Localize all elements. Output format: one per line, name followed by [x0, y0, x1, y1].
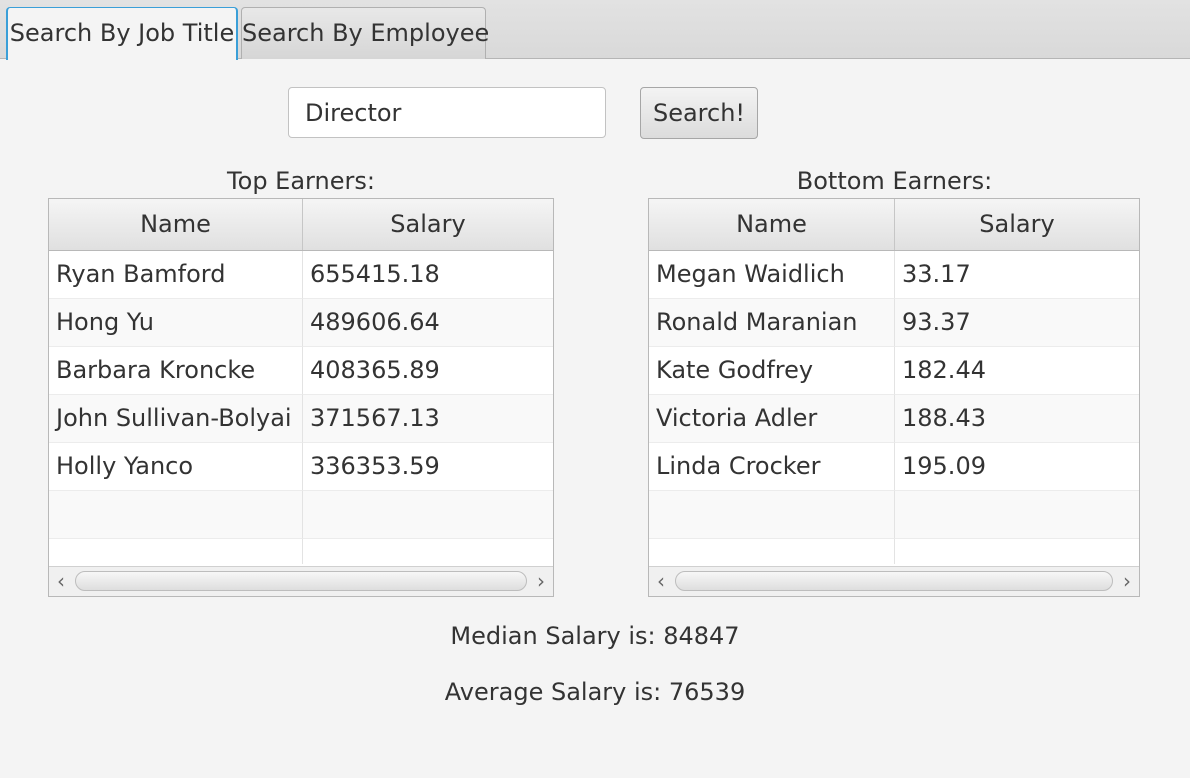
cell-salary: 655415.18 — [303, 251, 553, 299]
cell-name: Ryan Bamford — [49, 251, 303, 299]
cell-salary: 93.37 — [895, 299, 1139, 347]
cell-salary — [895, 539, 1139, 564]
average-salary-text: Average Salary is: 76539 — [444, 678, 746, 706]
cell-salary: 195.09 — [895, 443, 1139, 491]
cell-name: Ronald Maranian — [649, 299, 895, 347]
job-title-search-input[interactable] — [288, 87, 606, 138]
horizontal-scrollbar[interactable]: ‹ › — [649, 566, 1139, 596]
table-row[interactable]: Holly Yanco 336353.59 — [49, 443, 553, 491]
table-row[interactable]: Victoria Adler 188.43 — [649, 395, 1139, 443]
table-row[interactable]: Linda Crocker 195.09 — [649, 443, 1139, 491]
scrollbar-thumb[interactable] — [675, 571, 1113, 591]
cell-name — [49, 539, 303, 564]
table-body: Megan Waidlich 33.17 Ronald Maranian 93.37 K… — [649, 251, 1139, 564]
table-row[interactable]: Ronald Maranian 93.37 — [649, 299, 1139, 347]
column-header-name[interactable]: Name — [49, 199, 303, 250]
median-salary-text: Median Salary is: 84847 — [450, 622, 740, 650]
table-header: Name Salary — [49, 199, 553, 251]
top-earners-label: Top Earners: — [227, 167, 375, 195]
cell-salary: 408365.89 — [303, 347, 553, 395]
column-header-name[interactable]: Name — [649, 199, 895, 250]
tab-bar: Search By Job Title Search By Employee — [0, 0, 1190, 60]
cell-salary: 489606.64 — [303, 299, 553, 347]
cell-name: Hong Yu — [49, 299, 303, 347]
column-header-salary[interactable]: Salary — [303, 199, 553, 250]
top-earners-table[interactable]: Name Salary Ryan Bamford 655415.18 Hong Yu… — [48, 198, 554, 597]
cell-salary: 336353.59 — [303, 443, 553, 491]
scrollbar-thumb[interactable] — [75, 571, 527, 591]
search-button[interactable]: Search! — [640, 87, 758, 139]
cell-name: Barbara Kroncke — [49, 347, 303, 395]
table-body: Ryan Bamford 655415.18 Hong Yu 489606.64 Bar… — [49, 251, 553, 564]
cell-name — [649, 491, 895, 539]
cell-salary — [303, 539, 553, 564]
cell-name: Victoria Adler — [649, 395, 895, 443]
cell-salary: 182.44 — [895, 347, 1139, 395]
cell-salary — [303, 491, 553, 539]
table-row[interactable]: John Sullivan-Bolyai 371567.13 — [49, 395, 553, 443]
scroll-right-icon[interactable]: › — [1115, 567, 1139, 596]
cell-name — [49, 491, 303, 539]
cell-name: John Sullivan-Bolyai — [49, 395, 303, 443]
cell-salary: 33.17 — [895, 251, 1139, 299]
table-row[interactable]: Kate Godfrey 182.44 — [649, 347, 1139, 395]
scroll-left-icon[interactable]: ‹ — [649, 567, 673, 596]
column-header-salary[interactable]: Salary — [895, 199, 1139, 250]
horizontal-scrollbar[interactable]: ‹ › — [49, 566, 553, 596]
cell-name: Linda Crocker — [649, 443, 895, 491]
scroll-left-icon[interactable]: ‹ — [49, 567, 73, 596]
cell-name: Holly Yanco — [49, 443, 303, 491]
table-header: Name Salary — [649, 199, 1139, 251]
table-row[interactable] — [49, 539, 553, 564]
table-row[interactable] — [649, 491, 1139, 539]
cell-name: Megan Waidlich — [649, 251, 895, 299]
cell-name: Kate Godfrey — [649, 347, 895, 395]
table-row[interactable]: Ryan Bamford 655415.18 — [49, 251, 553, 299]
table-row[interactable]: Hong Yu 489606.64 — [49, 299, 553, 347]
table-row[interactable]: Megan Waidlich 33.17 — [649, 251, 1139, 299]
table-row[interactable] — [49, 491, 553, 539]
bottom-earners-label: Bottom Earners: — [796, 167, 993, 195]
cell-salary: 188.43 — [895, 395, 1139, 443]
table-row[interactable]: Barbara Kroncke 408365.89 — [49, 347, 553, 395]
cell-salary: 371567.13 — [303, 395, 553, 443]
bottom-earners-table[interactable]: Name Salary Megan Waidlich 33.17 Ronald Ma… — [648, 198, 1140, 597]
tab-search-by-job-title[interactable]: Search By Job Title — [6, 7, 238, 60]
cell-salary — [895, 491, 1139, 539]
tab-search-by-employee[interactable]: Search By Employee — [241, 7, 489, 59]
table-row[interactable] — [649, 539, 1139, 564]
scroll-right-icon[interactable]: › — [529, 567, 553, 596]
cell-name — [649, 539, 895, 564]
